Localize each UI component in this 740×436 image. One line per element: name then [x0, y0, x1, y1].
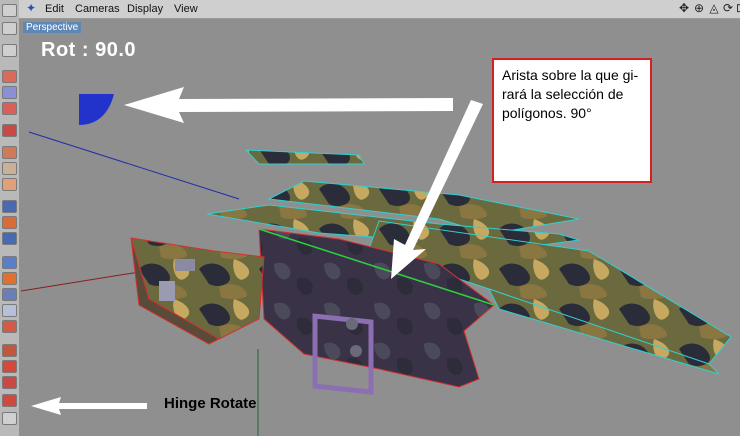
bridge-tool-icon[interactable] — [2, 360, 17, 373]
bevel-icon[interactable] — [2, 304, 17, 317]
move-tool-icon[interactable] — [2, 70, 17, 83]
fit-icon[interactable]: ◬ — [708, 2, 720, 14]
delete-tool-icon[interactable] — [2, 412, 17, 425]
pan-icon[interactable]: ✥ — [678, 2, 690, 14]
axis-blue-line — [28, 131, 240, 200]
paint-icon[interactable] — [2, 256, 17, 269]
layout-icon[interactable] — [2, 232, 17, 245]
weld-icon[interactable] — [2, 288, 17, 301]
top-panel-far — [244, 149, 365, 165]
gradient-swatch — [79, 94, 114, 125]
split-view-icon[interactable] — [2, 216, 17, 229]
rotation-readout: Rot : 90.0 — [41, 39, 137, 61]
menu-bar: ✦ Edit Cameras Display View ✥ ⊕ ◬ ⟳ ⊡ — [19, 0, 740, 19]
menu-edit[interactable]: Edit — [45, 3, 64, 15]
panel-detail — [175, 259, 195, 271]
bolt-detail — [350, 345, 362, 357]
perspective-viewport[interactable]: Perspective Rot : 90.0 Arista sobre la q… — [19, 19, 740, 436]
arrow-to-swatch — [124, 87, 453, 123]
brush-icon[interactable] — [2, 146, 17, 159]
arrow-right-icon[interactable] — [2, 272, 17, 285]
menu-view[interactable]: View — [174, 3, 198, 15]
bolt-detail — [346, 318, 358, 330]
left-toolbar — [0, 0, 20, 436]
panel-detail — [159, 281, 175, 301]
knife-icon[interactable] — [2, 162, 17, 175]
grid-icon[interactable] — [2, 200, 17, 213]
orbit-icon[interactable]: ⟳ — [722, 2, 734, 14]
menu-display[interactable]: Display — [127, 3, 163, 15]
play-icon[interactable] — [2, 44, 17, 57]
smooth-icon[interactable] — [2, 320, 17, 333]
left-side-panel — [130, 237, 265, 340]
annotation-note: Arista sobre la que gi-rará la selección… — [492, 58, 652, 183]
zoom-icon[interactable]: ⊕ — [693, 2, 705, 14]
app-window: ✦ Edit Cameras Display View ✥ ⊕ ◬ ⟳ ⊡ — [0, 0, 740, 436]
redo-icon[interactable] — [2, 4, 17, 17]
bridge-tool-icon-2[interactable] — [2, 376, 17, 389]
arrow-to-hinge-tool — [31, 397, 147, 415]
polygon-tool-icon[interactable] — [2, 344, 17, 357]
hinge-rotate-tool-icon[interactable] — [2, 394, 17, 407]
scale-tool-icon[interactable] — [2, 86, 17, 99]
menu-cameras[interactable]: Cameras — [75, 3, 120, 15]
viewport-label: Perspective — [23, 22, 82, 33]
undo-icon[interactable] — [2, 22, 17, 35]
maximize-icon[interactable]: ⊡ — [735, 2, 740, 14]
hinge-rotate-label: Hinge Rotate — [164, 395, 257, 412]
extrude-icon[interactable] — [2, 178, 17, 191]
camera-icon[interactable] — [2, 124, 17, 137]
rotate-tool-icon[interactable] — [2, 102, 17, 115]
app-logo-icon: ✦ — [25, 1, 37, 15]
